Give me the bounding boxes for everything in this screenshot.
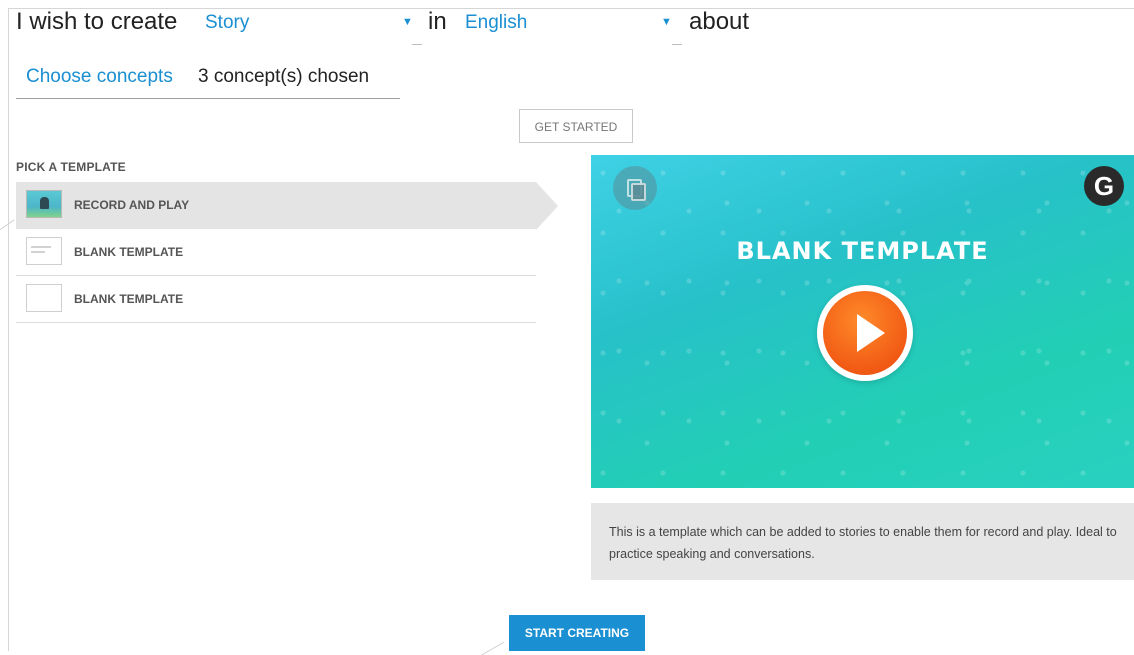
type-select-caret-icon[interactable]: ▼ xyxy=(402,16,413,28)
type-select-underline xyxy=(412,44,422,45)
play-button[interactable] xyxy=(817,285,913,381)
frame-left-border xyxy=(8,8,9,651)
template-item-blank-1[interactable]: BLANK TEMPLATE xyxy=(16,229,536,276)
language-select-caret-icon[interactable]: ▼ xyxy=(661,16,672,28)
g-badge-icon[interactable]: G xyxy=(1084,166,1124,206)
sentence-in: in xyxy=(428,8,447,35)
template-list: RECORD AND PLAY BLANK TEMPLATE BLANK TEM… xyxy=(16,182,558,323)
type-select[interactable]: Story xyxy=(205,12,249,34)
template-label: BLANK TEMPLATE xyxy=(74,245,184,259)
language-select[interactable]: English xyxy=(465,12,527,34)
start-creating-button[interactable]: START CREATING xyxy=(509,615,645,651)
template-preview: G BLANK TEMPLATE xyxy=(591,155,1134,488)
pick-template-heading: PICK A TEMPLATE xyxy=(16,160,126,174)
template-thumbnail xyxy=(26,284,62,312)
template-item-record-and-play[interactable]: RECORD AND PLAY xyxy=(16,182,558,230)
copy-icon[interactable] xyxy=(613,166,657,210)
sentence-prefix: I wish to create xyxy=(16,8,178,35)
connector-line xyxy=(481,641,505,655)
preview-title: BLANK TEMPLATE xyxy=(736,237,989,265)
template-thumbnail xyxy=(26,237,62,265)
play-icon xyxy=(823,291,907,375)
concepts-field: Choose concepts 3 concept(s) chosen xyxy=(16,56,400,99)
choose-concepts-link[interactable]: Choose concepts xyxy=(26,66,173,88)
template-label: RECORD AND PLAY xyxy=(74,198,190,212)
template-thumbnail xyxy=(26,190,62,218)
concepts-count: 3 concept(s) chosen xyxy=(198,66,370,87)
template-description: This is a template which can be added to… xyxy=(591,503,1134,580)
template-item-blank-2[interactable]: BLANK TEMPLATE xyxy=(16,276,536,323)
sentence-suffix: about xyxy=(689,8,750,35)
get-started-button[interactable]: GET STARTED xyxy=(519,109,633,143)
language-select-underline xyxy=(672,44,682,45)
template-label: BLANK TEMPLATE xyxy=(74,292,184,306)
